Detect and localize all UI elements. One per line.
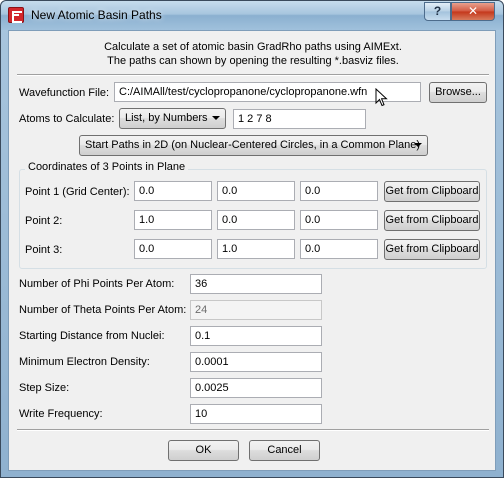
cancel-button[interactable]: Cancel bbox=[249, 440, 320, 461]
help-button[interactable]: ? bbox=[424, 2, 451, 21]
point-3-z-input[interactable]: 0.0 bbox=[300, 239, 378, 259]
separator bbox=[17, 429, 489, 431]
point-2-y-input[interactable]: 0.0 bbox=[217, 210, 295, 230]
chevron-down-icon bbox=[212, 116, 220, 120]
point-2-clipboard-button[interactable]: Get from Clipboard bbox=[384, 210, 480, 231]
start-paths-select[interactable]: Start Paths in 2D (on Nuclear-Centered C… bbox=[79, 135, 428, 156]
start-paths-value: Start Paths in 2D (on Nuclear-Centered C… bbox=[85, 139, 421, 151]
atoms-mode-value: List, by Numbers bbox=[125, 112, 208, 124]
theta-points-input: 24 bbox=[190, 300, 322, 320]
point-3-clipboard-button[interactable]: Get from Clipboard bbox=[384, 239, 480, 260]
starting-distance-input[interactable]: 0.1 bbox=[190, 326, 322, 346]
point-1-clipboard-button[interactable]: Get from Clipboard bbox=[384, 181, 480, 202]
point-3-label: Point 3: bbox=[25, 244, 63, 256]
dialog-body: Calculate a set of atomic basin GradRho … bbox=[8, 30, 496, 471]
starting-distance-label: Starting Distance from Nuclei: bbox=[19, 330, 165, 342]
title-bar[interactable]: New Atomic Basin Paths ? ✕ bbox=[1, 1, 503, 30]
point-2-z-input[interactable]: 0.0 bbox=[300, 210, 378, 230]
description-line-2: The paths can shown by opening the resul… bbox=[107, 55, 399, 67]
atoms-mode-select[interactable]: List, by Numbers bbox=[119, 108, 226, 129]
point-2-label: Point 2: bbox=[25, 215, 63, 227]
write-frequency-label: Write Frequency: bbox=[19, 408, 103, 420]
close-button[interactable]: ✕ bbox=[451, 2, 495, 21]
step-size-input[interactable]: 0.0025 bbox=[190, 378, 322, 398]
point-2-x-input[interactable]: 1.0 bbox=[134, 210, 212, 230]
step-size-label: Step Size: bbox=[19, 382, 70, 394]
point-1-x-input[interactable]: 0.0 bbox=[134, 181, 212, 201]
dialog-window: New Atomic Basin Paths ? ✕ Calculate a s… bbox=[0, 0, 504, 478]
help-icon: ? bbox=[433, 4, 442, 18]
point-3-x-input[interactable]: 0.0 bbox=[134, 239, 212, 259]
app-icon bbox=[8, 7, 24, 23]
phi-points-label: Number of Phi Points Per Atom: bbox=[19, 278, 175, 290]
wavefunction-label: Wavefunction File: bbox=[19, 87, 110, 99]
atoms-label: Atoms to Calculate: bbox=[19, 113, 115, 125]
ok-button[interactable]: OK bbox=[168, 440, 239, 461]
phi-points-input[interactable]: 36 bbox=[190, 274, 322, 294]
point-1-y-input[interactable]: 0.0 bbox=[217, 181, 295, 201]
description-line-1: Calculate a set of atomic basin GradRho … bbox=[104, 41, 402, 53]
write-frequency-input[interactable]: 10 bbox=[190, 404, 322, 424]
mouse-cursor-icon bbox=[375, 88, 388, 107]
plane-points-group-title: Coordinates of 3 Points in Plane bbox=[25, 161, 189, 173]
min-density-label: Minimum Electron Density: bbox=[19, 356, 150, 368]
close-icon: ✕ bbox=[467, 4, 479, 18]
point-3-y-input[interactable]: 1.0 bbox=[217, 239, 295, 259]
browse-button[interactable]: Browse... bbox=[429, 82, 487, 103]
point-1-z-input[interactable]: 0.0 bbox=[300, 181, 378, 201]
separator bbox=[17, 74, 489, 76]
theta-points-label: Number of Theta Points Per Atom: bbox=[19, 304, 187, 316]
atoms-input[interactable]: 1 2 7 8 bbox=[233, 109, 366, 129]
chevron-down-icon bbox=[414, 143, 422, 147]
window-title: New Atomic Basin Paths bbox=[31, 8, 162, 22]
min-density-input[interactable]: 0.0001 bbox=[190, 352, 322, 372]
point-1-label: Point 1 (Grid Center): bbox=[25, 186, 130, 198]
